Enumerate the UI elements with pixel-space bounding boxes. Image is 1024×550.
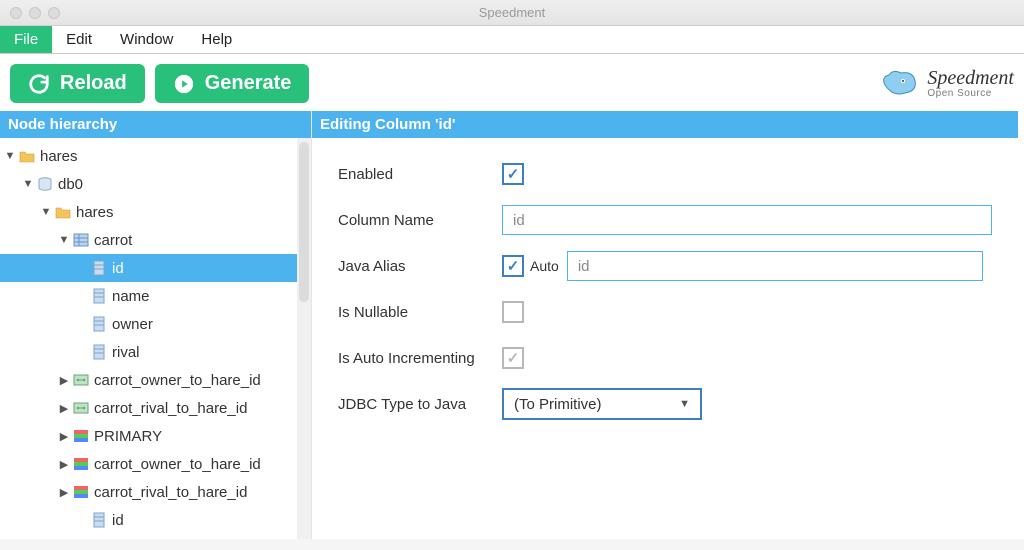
nullable-label: Is Nullable <box>338 304 502 321</box>
tree-row[interactable]: id <box>0 254 311 282</box>
autoinc-checkbox[interactable]: ✓ <box>502 347 524 369</box>
disclosure-arrow-icon[interactable]: ▼ <box>58 234 70 246</box>
disclosure-arrow-icon[interactable]: ▶ <box>58 486 70 499</box>
tree-row[interactable]: ▼ hares <box>0 142 311 170</box>
jdbc-select[interactable]: (To Primitive) ▼ <box>502 388 702 420</box>
tree-row-label: carrot_owner_to_hare_id <box>94 372 261 389</box>
disclosure-arrow-icon[interactable]: ▼ <box>40 206 52 218</box>
col-icon <box>91 316 107 332</box>
tree-row[interactable]: id <box>0 506 311 534</box>
tree-row[interactable]: rival <box>0 338 311 366</box>
tree-row-label: hares <box>40 148 78 165</box>
jdbc-label: JDBC Type to Java <box>338 396 502 413</box>
tree-row-label: id <box>112 260 124 277</box>
generate-label: Generate <box>205 72 292 95</box>
col-icon <box>91 344 107 360</box>
jdbc-value: (To Primitive) <box>514 396 602 413</box>
enabled-checkbox[interactable]: ✓ <box>502 163 524 185</box>
enabled-label: Enabled <box>338 166 502 183</box>
logo-name: Speedment <box>927 68 1014 89</box>
tree-row[interactable]: ▶ carrot_rival_to_hare_id <box>0 394 311 422</box>
reload-label: Reload <box>60 72 127 95</box>
java-alias-auto-checkbox[interactable]: ✓ <box>502 255 524 277</box>
tree-row-label: PRIMARY <box>94 428 162 445</box>
col-icon <box>91 288 107 304</box>
tree-row[interactable]: ▶ carrot_rival_to_hare_id <box>0 478 311 506</box>
tree-panel-title: Node hierarchy <box>0 111 311 138</box>
db-icon <box>37 176 53 192</box>
tree-row[interactable]: name <box>0 282 311 310</box>
tree-row-label: rival <box>112 344 140 361</box>
tree-row-label: carrot <box>94 232 132 249</box>
reload-icon <box>28 73 50 95</box>
table-icon <box>73 232 89 248</box>
logo-sub: Open Source <box>927 89 1014 100</box>
col-icon <box>91 260 107 276</box>
tree-row[interactable]: ▼ carrot <box>0 226 311 254</box>
menu-edit[interactable]: Edit <box>52 26 106 53</box>
tree-row[interactable]: ▶ carrot_owner_to_hare_id <box>0 450 311 478</box>
col-icon <box>91 512 107 528</box>
logo-icon <box>879 67 919 101</box>
disclosure-arrow-icon[interactable]: ▼ <box>4 150 16 162</box>
tree-row-label: carrot_owner_to_hare_id <box>94 456 261 473</box>
tree-row-label: id <box>112 512 124 529</box>
disclosure-arrow-icon[interactable]: ▶ <box>58 458 70 471</box>
tree[interactable]: ▼ hares ▼ db0 ▼ hares ▼ carrot id name owner rival ▶… <box>0 138 311 534</box>
tree-row[interactable]: ▼ db0 <box>0 170 311 198</box>
folder-icon <box>55 204 71 220</box>
menu-help[interactable]: Help <box>187 26 246 53</box>
tree-row-label: name <box>112 288 150 305</box>
logo: Speedment Open Source <box>879 67 1014 101</box>
check-icon: ✓ <box>507 349 520 367</box>
pk-icon <box>73 456 89 472</box>
tree-row-label: carrot_rival_to_hare_id <box>94 484 247 501</box>
tree-row[interactable]: ▼ hares <box>0 198 311 226</box>
java-alias-auto-label: Auto <box>530 258 559 274</box>
java-alias-label: Java Alias <box>338 258 502 275</box>
window-title: Speedment <box>0 5 1024 20</box>
folder-icon <box>19 148 35 164</box>
chevron-down-icon: ▼ <box>679 398 690 410</box>
pk-icon <box>73 428 89 444</box>
disclosure-arrow-icon[interactable]: ▶ <box>58 402 70 415</box>
tree-row[interactable]: ▶ PRIMARY <box>0 422 311 450</box>
fk-icon <box>73 400 89 416</box>
disclosure-arrow-icon[interactable]: ▶ <box>58 374 70 387</box>
column-name-label: Column Name <box>338 212 502 229</box>
scrollbar-thumb[interactable] <box>299 142 309 302</box>
tree-row[interactable]: ▶ carrot_owner_to_hare_id <box>0 366 311 394</box>
column-name-input[interactable] <box>502 205 992 235</box>
tree-row-label: owner <box>112 316 153 333</box>
toolbar: Reload Generate Speedment Open Source <box>0 54 1024 111</box>
disclosure-arrow-icon[interactable]: ▶ <box>58 430 70 443</box>
fk-icon <box>73 372 89 388</box>
tree-row-label: carrot_rival_to_hare_id <box>94 400 247 417</box>
editor-form: Enabled ✓ Column Name Java Alias ✓ Auto … <box>312 138 1018 430</box>
generate-button[interactable]: Generate <box>155 64 310 103</box>
tree-scrollbar[interactable] <box>297 138 311 539</box>
autoinc-label: Is Auto Incrementing <box>338 350 502 367</box>
check-icon: ✓ <box>507 165 520 183</box>
reload-button[interactable]: Reload <box>10 64 145 103</box>
check-icon: ✓ <box>507 257 520 275</box>
menu-file[interactable]: File <box>0 26 52 53</box>
menubar: File Edit Window Help <box>0 26 1024 54</box>
menu-window[interactable]: Window <box>106 26 187 53</box>
tree-row-label: db0 <box>58 176 83 193</box>
tree-row-label: hares <box>76 204 114 221</box>
pk-icon <box>73 484 89 500</box>
java-alias-input[interactable] <box>567 251 983 281</box>
disclosure-arrow-icon[interactable]: ▼ <box>22 178 34 190</box>
play-icon <box>173 73 195 95</box>
tree-row[interactable]: owner <box>0 310 311 338</box>
nullable-checkbox[interactable] <box>502 301 524 323</box>
titlebar: Speedment <box>0 0 1024 26</box>
editor-title: Editing Column 'id' <box>312 111 1018 138</box>
